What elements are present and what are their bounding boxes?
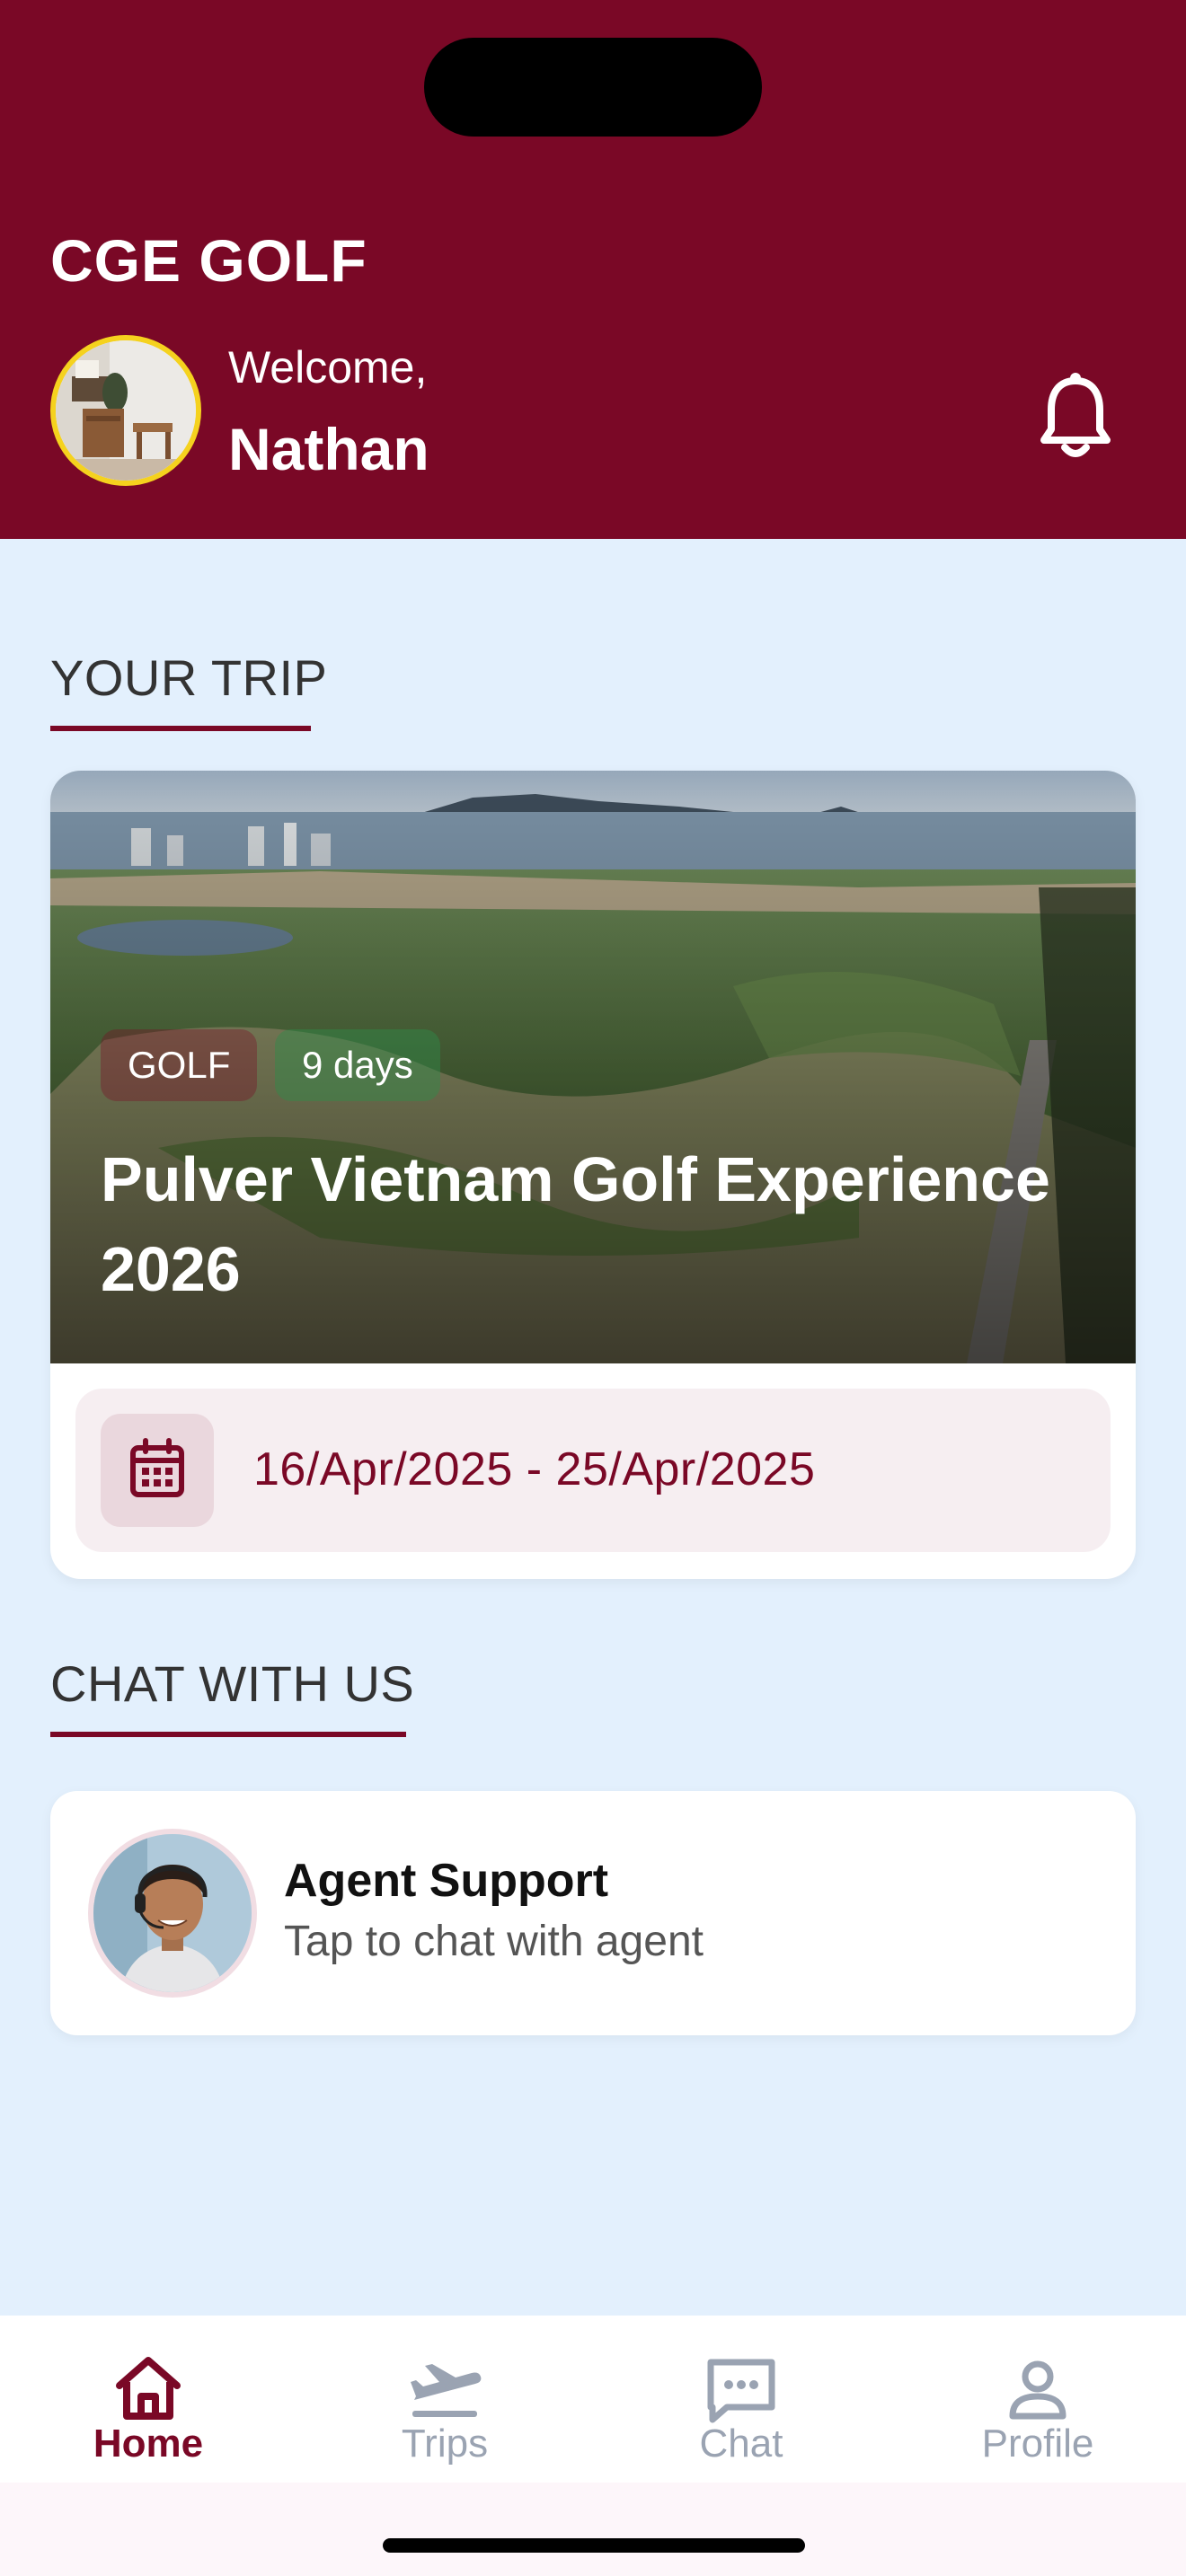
nav-item-trips[interactable]: Trips [296,2316,593,2483]
agent-avatar [88,1829,257,1998]
home-icon [116,2357,181,2420]
trip-date-box: 16/Apr/2025 - 25/Apr/2025 [75,1389,1111,1552]
app-title: CGE GOLF [50,227,367,294]
your-trip-heading: YOUR TRIP [50,649,328,706]
nav-label-profile: Profile [981,2422,1094,2466]
category-tag: GOLF [101,1029,258,1101]
bottom-safe-area [0,2483,1186,2576]
calendar-icon [130,1438,184,1497]
nav-item-profile[interactable]: Profile [890,2316,1186,2483]
agent-name: Agent Support [284,1855,609,1907]
nav-item-chat[interactable]: Chat [593,2316,890,2483]
duration-tag: 9 days [275,1029,440,1101]
app-header: CGE GOLF Welcome, Nathan [0,0,1186,539]
bell-icon[interactable] [1035,370,1116,460]
trip-date-range: 16/Apr/2025 - 25/Apr/2025 [253,1443,816,1495]
chat-with-us-underline [50,1732,406,1737]
nav-label-chat: Chat [699,2422,783,2466]
plane-departure-icon [411,2364,482,2417]
person-icon [1009,2360,1067,2420]
agent-subtitle: Tap to chat with agent [284,1918,704,1965]
agent-support-card[interactable]: Agent Support Tap to chat with agent [50,1791,1136,2035]
trip-card[interactable]: GOLF 9 days Pulver Vietnam Golf Experien… [50,771,1136,1579]
avatar-photo [56,340,196,481]
date-icon-container [101,1414,214,1527]
user-avatar[interactable] [50,335,201,486]
home-indicator [383,2538,805,2553]
chat-with-us-heading: CHAT WITH US [50,1655,415,1712]
bottom-nav: Home Trips Chat Profile [0,2316,1186,2576]
dynamic-island [424,38,762,137]
user-name: Nathan [228,416,429,482]
agent-photo [93,1834,252,1992]
nav-item-home[interactable]: Home [0,2316,296,2483]
welcome-label: Welcome, [228,342,428,393]
nav-label-trips: Trips [401,2422,489,2466]
trip-title: Pulver Vietnam Golf Experience 2026 [101,1144,1050,1304]
your-trip-underline [50,726,311,731]
nav-label-home: Home [93,2422,204,2466]
chat-bubble-icon [707,2359,775,2423]
